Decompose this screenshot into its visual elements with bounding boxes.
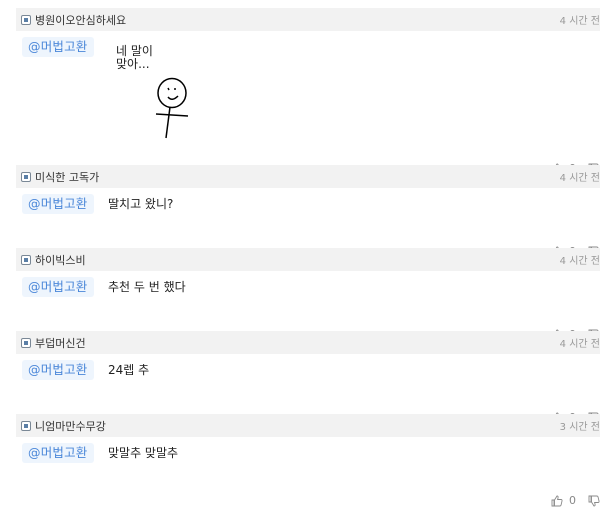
- author-badge-icon: [21, 14, 31, 25]
- comment-item: 병원이오안심하세요 4 시간 전 @머법고환 네 말이 맞아... 0: [16, 8, 600, 175]
- comment-author[interactable]: 미식한 고독가: [35, 169, 99, 185]
- like-count: 0: [569, 494, 576, 507]
- mention-tag[interactable]: @머법고환: [22, 277, 94, 297]
- comment-time: 4 시간 전: [559, 16, 600, 27]
- mention-tag[interactable]: @머법고환: [22, 37, 94, 57]
- comment-author[interactable]: 병원이오안심하세요: [35, 12, 126, 28]
- author-badge-icon: [21, 420, 31, 431]
- mention-tag[interactable]: @머법고환: [22, 443, 94, 463]
- comment-text: 딸치고 왔니?: [108, 197, 174, 211]
- comment-item: 미식한 고독가 4 시간 전 @머법고환 딸치고 왔니? 0: [16, 165, 600, 258]
- comment-author[interactable]: 니엄마만수무강: [35, 418, 106, 434]
- thumbs-up-icon[interactable]: [551, 495, 563, 507]
- mention-tag[interactable]: @머법고환: [22, 194, 94, 214]
- comment-text: 추천 두 번 했다: [108, 280, 186, 294]
- stick-figure-drawing: [155, 77, 189, 139]
- mention-tag[interactable]: @머법고환: [22, 360, 94, 380]
- thumbs-down-icon[interactable]: [588, 495, 600, 507]
- comment-text: 네 말이 맞아...: [116, 44, 153, 71]
- comment-header: 미식한 고독가 4 시간 전: [16, 165, 600, 188]
- comment-header: 부덥머신건 4 시간 전: [16, 331, 600, 354]
- author-badge-icon: [21, 337, 31, 348]
- comment-header: 니엄마만수무강 3 시간 전: [16, 414, 600, 437]
- author-badge-icon: [21, 254, 31, 265]
- comment-header: 하이빅스비 4 시간 전: [16, 248, 600, 271]
- comment-time: 4 시간 전: [559, 256, 600, 267]
- comment-header: 병원이오안심하세요 4 시간 전: [16, 8, 600, 31]
- comment-item: 부덥머신건 4 시간 전 @머법고환 24렙 추 0: [16, 331, 600, 424]
- comment-time: 4 시간 전: [559, 173, 600, 184]
- comment-author[interactable]: 부덥머신건: [35, 335, 86, 351]
- comment-time: 4 시간 전: [559, 339, 600, 350]
- comment-item: 하이빅스비 4 시간 전 @머법고환 추천 두 번 했다 0: [16, 248, 600, 341]
- comment-text: 맞말추 맞말추: [108, 446, 179, 460]
- author-badge-icon: [21, 171, 31, 182]
- vote-controls: 0: [551, 494, 600, 507]
- comment-time: 3 시간 전: [559, 422, 600, 433]
- comment-item: 니엄마만수무강 3 시간 전 @머법고환 맞말추 맞말추 0: [16, 414, 600, 507]
- comment-text: 24렙 추: [108, 363, 150, 377]
- comment-author[interactable]: 하이빅스비: [35, 252, 86, 268]
